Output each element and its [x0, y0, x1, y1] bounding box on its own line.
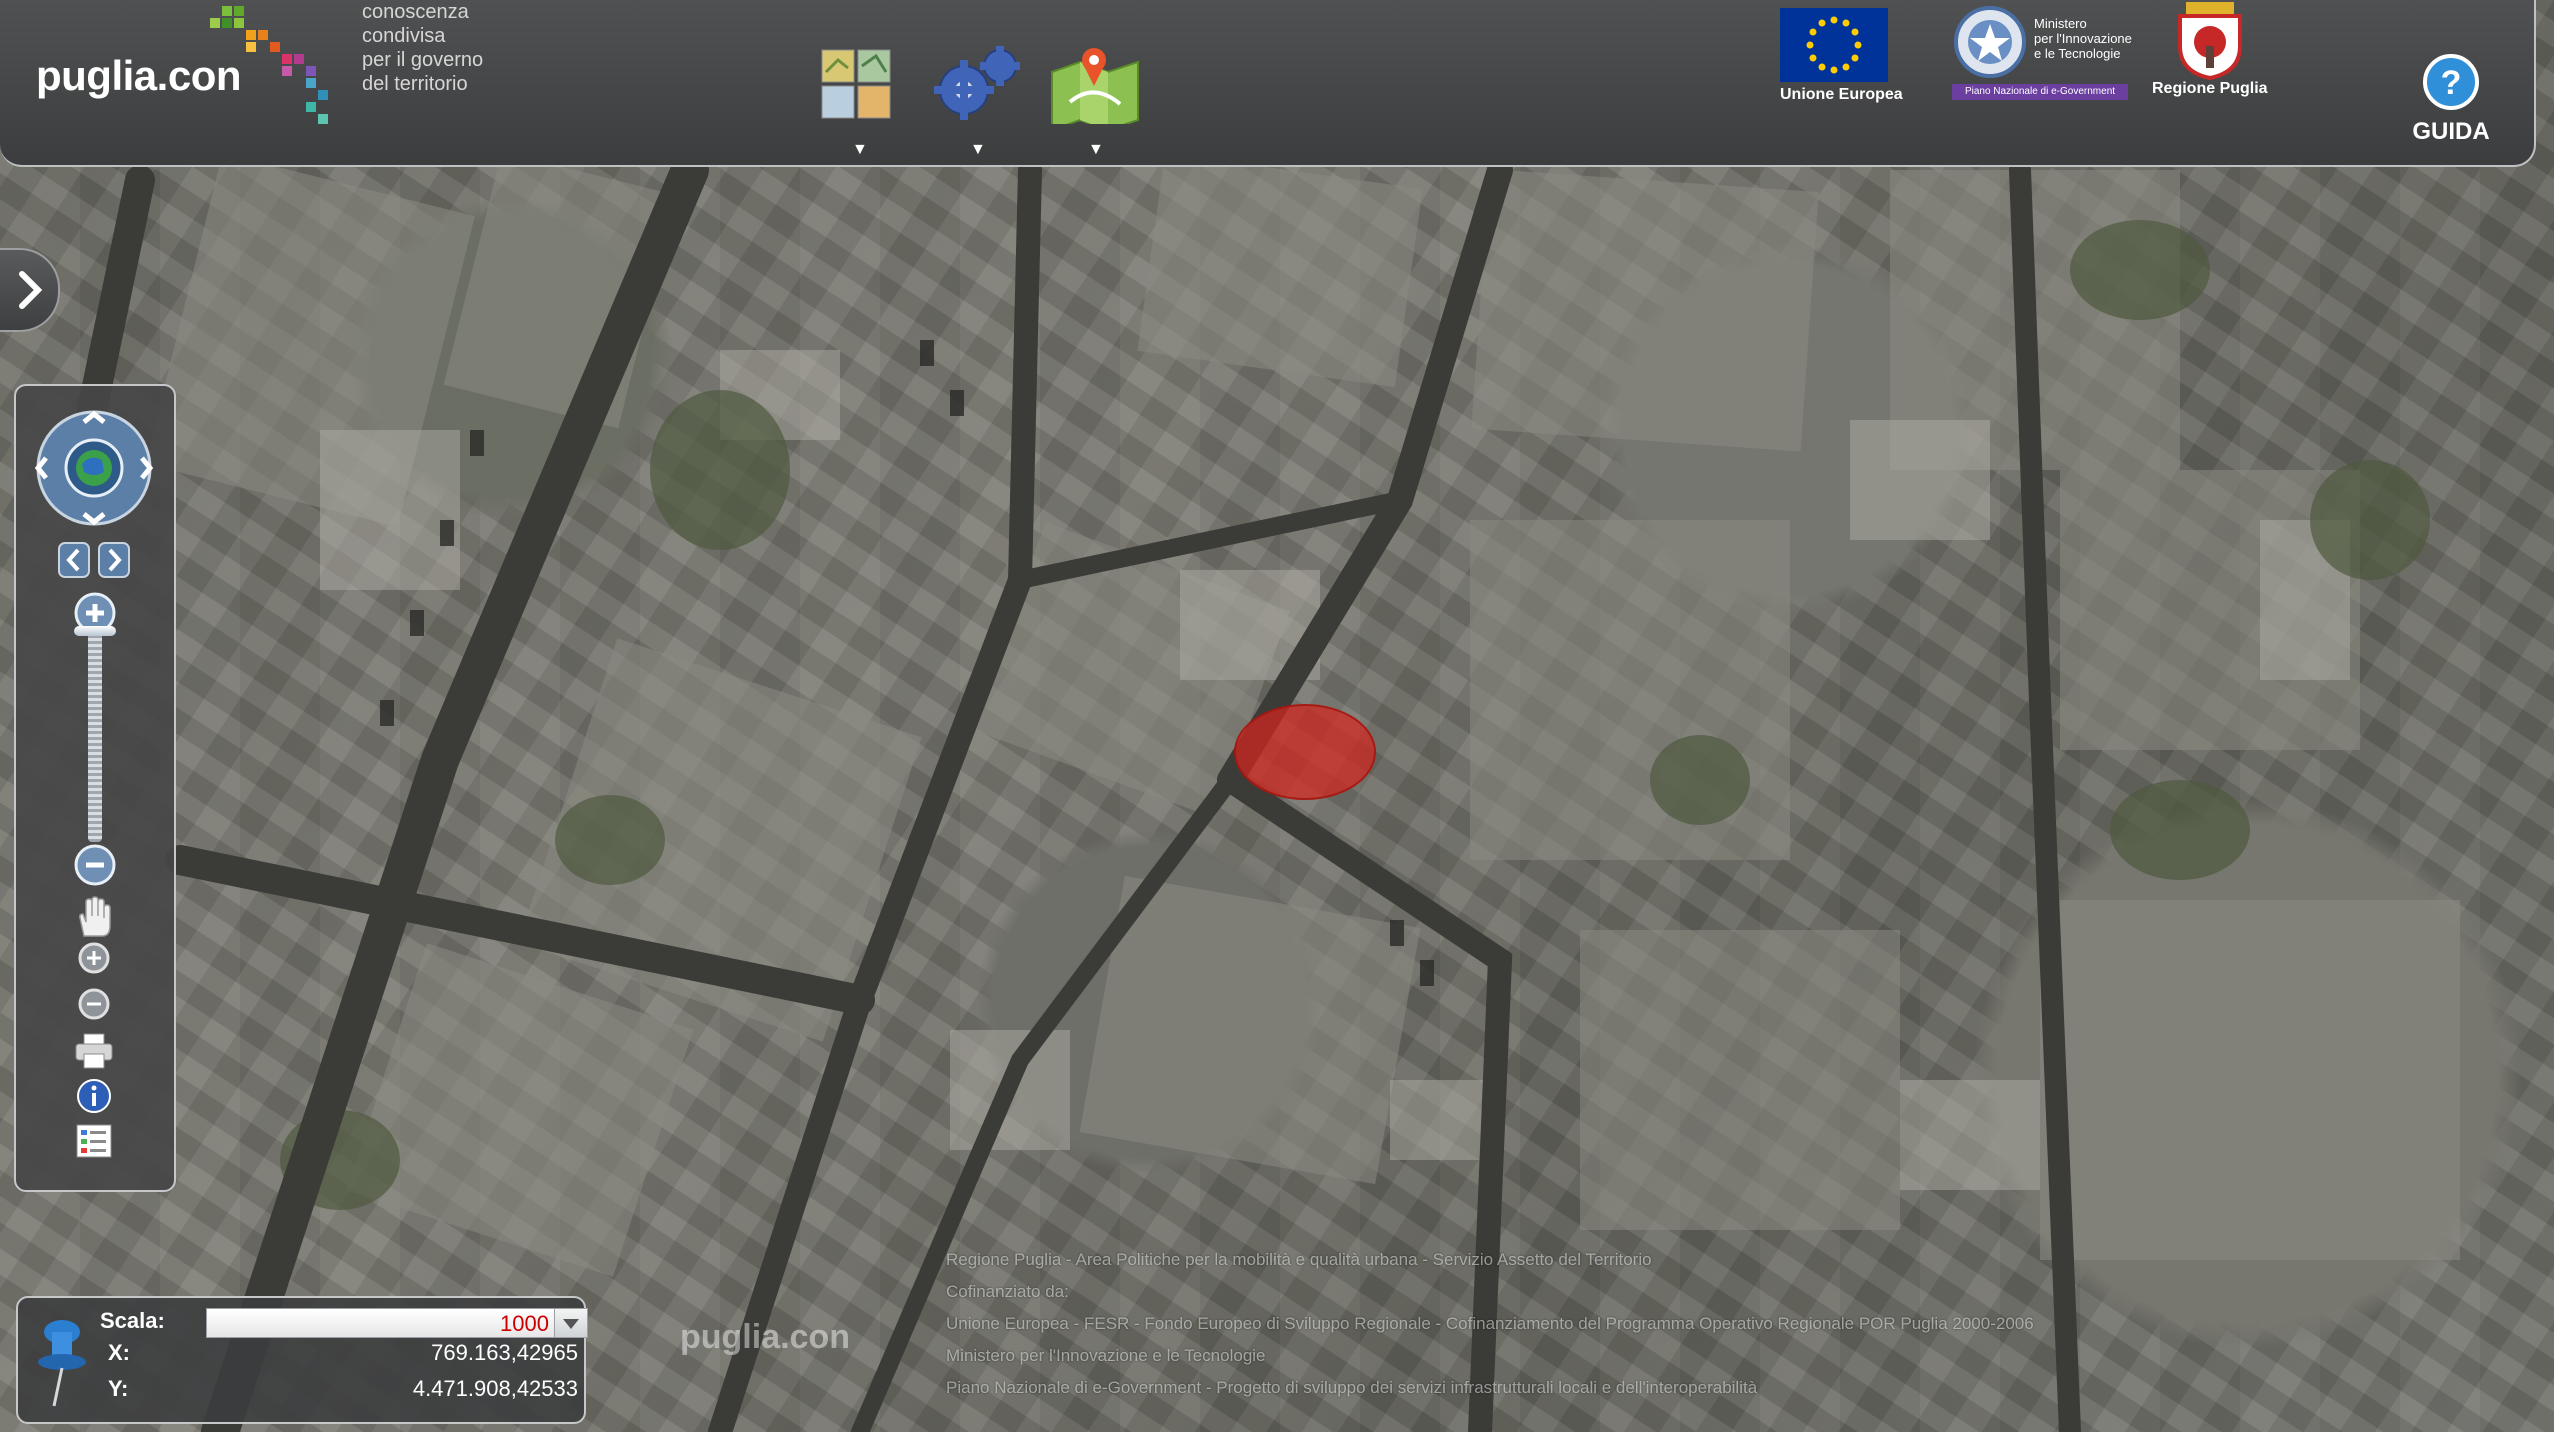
gear-icon [934, 46, 1020, 120]
layers-menu-arrow[interactable]: ▼ [852, 142, 868, 158]
pan-tool-button[interactable] [74, 896, 114, 943]
ministry-logo: Ministero per l'Innovazione e le Tecnolo… [1952, 4, 2152, 104]
rotate-left-icon [58, 542, 90, 578]
scala-value: 1000 [500, 1311, 549, 1336]
chevron-right-icon [19, 271, 43, 309]
webgis-page: puglia.con conoscenza condivisa per il g… [0, 0, 2554, 1432]
map-menu-arrow[interactable]: ▼ [1088, 142, 1104, 158]
attribution-line: Cofinanziato da: [946, 1282, 1069, 1301]
brand-logo[interactable]: puglia.con conoscenza condivisa per il g… [36, 0, 496, 140]
tagline-line: del territorio [362, 73, 468, 95]
chevron-down-icon [563, 1319, 579, 1329]
map-attribution: Regione Puglia - Area Politiche per la m… [946, 1244, 2486, 1404]
map-watermark: puglia.con [680, 1318, 850, 1356]
print-button[interactable] [74, 1032, 114, 1075]
help-icon: ? [2423, 54, 2479, 110]
scala-label: Scala: [100, 1308, 165, 1333]
x-label: X: [108, 1340, 130, 1365]
legend-button[interactable] [76, 1124, 112, 1163]
brand-name: puglia.con [36, 52, 242, 99]
attribution-line: Unione Europea - FESR - Fondo Europeo di… [946, 1314, 2034, 1333]
compass-icon [34, 410, 154, 526]
guida-label: GUIDA [2412, 118, 2490, 145]
attribution-line: Regione Puglia - Area Politiche per la m… [946, 1250, 1652, 1269]
coordinates-panel: Scala: 1000 X: 769.163,42965 Y: 4.471.90… [16, 1296, 588, 1424]
eu-flag-icon [1780, 8, 1888, 82]
zoom-out-button[interactable] [74, 844, 116, 891]
hand-icon [79, 896, 111, 937]
layers-menu-button[interactable] [818, 42, 896, 124]
sidebar-expand-button[interactable] [0, 248, 60, 332]
tagline-line: per il governo [362, 49, 484, 71]
map-icon [1051, 48, 1139, 132]
tagline-line: conoscenza [362, 1, 469, 23]
zoom-slider[interactable] [88, 632, 102, 842]
eu-label: Unione Europea [1780, 86, 1903, 103]
zoom-slider-thumb[interactable] [74, 626, 116, 636]
printer-icon [75, 1033, 113, 1069]
scala-select[interactable]: 1000 [206, 1308, 588, 1338]
info-button[interactable] [76, 1078, 112, 1119]
x-value: 769.163,42965 [431, 1340, 578, 1365]
zoom-in-tool-button[interactable] [76, 940, 112, 981]
ministry-line: Ministero [2034, 16, 2087, 31]
magnifier-plus-icon [78, 942, 110, 974]
rotate-right-button[interactable] [98, 542, 130, 583]
ministry-plan: Piano Nazionale di e-Government [1952, 84, 2128, 100]
pushpin-button[interactable] [32, 1316, 92, 1417]
ministry-line: e le Tecnologie [2034, 46, 2121, 61]
settings-menu-button[interactable] [928, 42, 1020, 124]
rotate-right-icon [98, 542, 130, 578]
ministry-emblem-icon [1954, 6, 2026, 78]
attribution-line: Piano Nazionale di e-Government - Proget… [946, 1378, 1758, 1397]
pan-compass[interactable] [30, 408, 158, 533]
scala-dropdown-button[interactable] [554, 1309, 587, 1337]
svg-text:?: ? [2441, 64, 2462, 102]
zoom-minus-icon [74, 844, 116, 886]
tagline-line: condivisa [362, 25, 446, 47]
map-menu-button[interactable] [1050, 42, 1139, 132]
region-crest-icon [2178, 2, 2242, 81]
zoom-out-tool-button[interactable] [76, 986, 112, 1027]
guida-button[interactable]: ? GUIDA [2412, 52, 2490, 152]
magnifier-minus-icon [78, 988, 110, 1020]
settings-menu-arrow[interactable]: ▼ [970, 142, 986, 158]
ministry-line: per l'Innovazione [2034, 31, 2132, 46]
app-header: puglia.con conoscenza condivisa per il g… [0, 0, 2536, 167]
ministry-name: Ministero per l'Innovazione e le Tecnolo… [2034, 16, 2132, 61]
y-value: 4.471.908,42533 [412, 1376, 578, 1401]
rotate-left-button[interactable] [58, 542, 90, 583]
brand-tagline: conoscenza condivisa per il governo del … [362, 0, 483, 96]
selection-marker[interactable] [1234, 704, 1376, 800]
region-logo [2172, 2, 2252, 82]
info-icon [77, 1079, 111, 1113]
navigation-toolbar [14, 384, 176, 1192]
layers-icon [821, 49, 891, 119]
y-label: Y: [108, 1376, 129, 1401]
region-label: Regione Puglia [2152, 80, 2268, 97]
attribution-line: Ministero per l'Innovazione e le Tecnolo… [946, 1346, 1266, 1365]
legend-icon [76, 1124, 112, 1158]
pushpin-icon [38, 1320, 86, 1407]
